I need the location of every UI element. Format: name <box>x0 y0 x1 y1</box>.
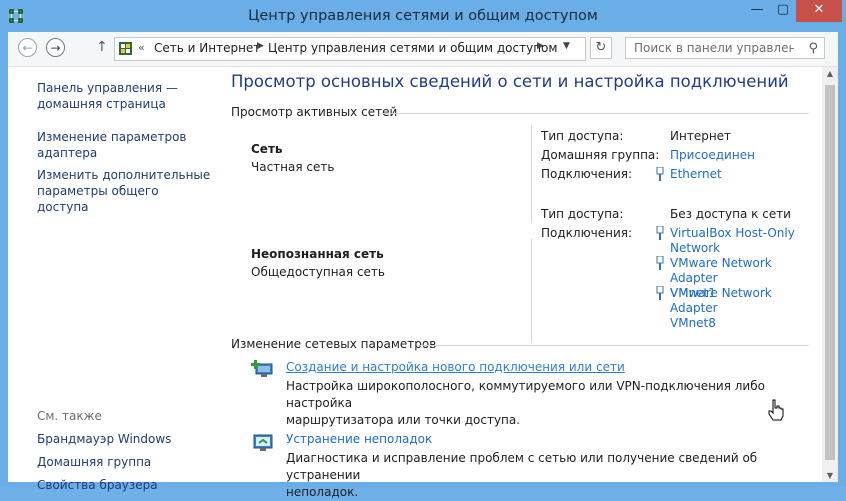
navigation-bar: ← → ↑ « Сеть и Интернет ▶ Центр управлен… <box>8 32 838 67</box>
network-type-link[interactable]: Частная сеть <box>251 160 334 174</box>
network-name: Сеть <box>251 142 283 156</box>
divider <box>531 239 532 343</box>
divider <box>381 113 809 114</box>
maximize-button[interactable]: ▢ <box>770 0 796 22</box>
title-bar[interactable]: Центр управления сетями и общим доступом… <box>0 0 846 32</box>
connection-link-line: VMnet8 <box>670 316 716 330</box>
breadcrumb-network-internet[interactable]: Сеть и Интернет <box>154 41 260 55</box>
vmnet8-connection-link[interactable]: VMware Network Adapter VMnet8 <box>670 286 823 331</box>
active-networks-title: Просмотр активных сетей <box>231 105 398 119</box>
sidebar-link-line: Изменение параметров <box>37 130 187 144</box>
new-connection-link[interactable]: Создание и настройка нового подключения … <box>286 360 625 374</box>
sidebar-link-line: домашняя страница <box>37 97 166 111</box>
task-description-line: Диагностика и исправление проблем с сеть… <box>286 451 758 482</box>
vertical-scrollbar[interactable]: ▲ ▼ <box>822 67 838 482</box>
network-type-link[interactable]: Общедоступная сеть <box>251 265 385 279</box>
task-description-line: маршрутизатора или точки доступа. <box>286 413 521 427</box>
scroll-down-icon[interactable]: ▼ <box>822 471 838 480</box>
sidebar-link-control-panel-home[interactable]: Панель управления — домашняя страница <box>37 80 178 112</box>
minimize-button[interactable]: — <box>744 0 770 22</box>
back-button[interactable]: ← <box>18 38 37 57</box>
new-connection-icon <box>251 360 273 377</box>
sidebar-link-homegroup[interactable]: Домашняя группа <box>37 454 151 470</box>
sidebar-link-line: Панель управления — <box>37 81 178 95</box>
change-settings-title: Изменение сетевых параметров <box>231 337 437 351</box>
breadcrumb-arrow-icon[interactable]: ▶ <box>257 41 264 51</box>
homegroup-label: Домашняя группа: <box>541 148 660 162</box>
main-content: Просмотр основных сведений о сети и наст… <box>213 67 823 499</box>
hand-cursor-icon <box>768 399 784 421</box>
ethernet-icon <box>656 256 664 270</box>
scrollbar-thumb[interactable] <box>825 85 835 460</box>
window: Центр управления сетями и общим доступом… <box>0 0 846 499</box>
access-type-label: Тип доступа: <box>541 207 624 221</box>
ethernet-icon <box>656 286 664 300</box>
ethernet-connection-link[interactable]: Ethernet <box>670 167 722 182</box>
connection-link-line: VirtualBox Host-Only <box>670 226 795 240</box>
connections-label: Подключения: <box>541 167 633 181</box>
search-icon[interactable]: ⚲ <box>808 41 818 56</box>
connections-label: Подключения: <box>541 226 633 240</box>
sidebar-link-firewall[interactable]: Брандмауэр Windows <box>37 431 171 447</box>
control-panel-icon <box>119 42 132 55</box>
troubleshoot-icon <box>253 434 273 451</box>
divider <box>531 125 532 223</box>
virtualbox-connection-link[interactable]: VirtualBox Host-Only Network <box>670 226 795 256</box>
connection-link-line: VMware Network Adapter <box>670 256 772 285</box>
access-type-value: Без доступа к сети <box>670 207 791 221</box>
ethernet-icon <box>656 167 664 181</box>
see-also-title: См. также <box>37 409 102 423</box>
task-description: Диагностика и исправление проблем с сеть… <box>286 450 806 501</box>
refresh-button[interactable]: ↻ <box>590 37 612 59</box>
task-description-line: Настройка широкополосного, коммутируемог… <box>286 379 765 410</box>
sidebar-link-line: адаптера <box>37 146 98 160</box>
task-description: Настройка широкополосного, коммутируемог… <box>286 378 806 429</box>
sidebar-link-internet-options[interactable]: Свойства браузера <box>37 477 158 493</box>
window-title: Центр управления сетями и общим доступом <box>248 8 598 24</box>
breadcrumb-overflow[interactable]: « <box>138 41 145 54</box>
access-type-label: Тип доступа: <box>541 129 624 143</box>
sidebar-link-line: Изменить дополнительные <box>37 168 211 182</box>
address-dropdown-icon[interactable]: ▼ <box>563 41 570 51</box>
search-input[interactable] <box>632 40 796 56</box>
sidebar-link-advanced-sharing[interactable]: Изменить дополнительные параметры общего… <box>37 167 213 215</box>
connection-link-line: VMware Network Adapter <box>670 286 772 315</box>
sidebar-link-adapter-settings[interactable]: Изменение параметров адаптера <box>37 129 187 161</box>
divider <box>418 345 809 346</box>
troubleshoot-link[interactable]: Устранение неполадок <box>286 432 432 446</box>
search-box[interactable]: ⚲ <box>625 37 825 59</box>
network-name: Неопознанная сеть <box>251 247 384 261</box>
sidebar-link-line: параметры общего доступа <box>37 184 159 214</box>
breadcrumb-arrow-icon[interactable]: ▶ <box>537 41 544 51</box>
breadcrumb-network-center[interactable]: Центр управления сетями и общим доступом <box>268 41 557 55</box>
ethernet-icon <box>656 226 664 240</box>
access-type-value: Интернет <box>670 129 732 143</box>
forward-button[interactable]: → <box>46 38 65 57</box>
page-title: Просмотр основных сведений о сети и наст… <box>231 72 789 91</box>
sidebar: Панель управления — домашняя страница Из… <box>8 67 213 492</box>
scroll-up-icon[interactable]: ▲ <box>822 69 838 78</box>
homegroup-link[interactable]: Присоединен <box>670 148 755 163</box>
connection-link-line: Network <box>670 241 721 255</box>
client-area: ← → ↑ « Сеть и Интернет ▶ Центр управлен… <box>8 32 838 499</box>
address-bar[interactable]: « Сеть и Интернет ▶ Центр управления сет… <box>114 37 586 61</box>
up-button[interactable]: ↑ <box>96 39 108 55</box>
close-button[interactable]: ✕ <box>796 0 842 22</box>
